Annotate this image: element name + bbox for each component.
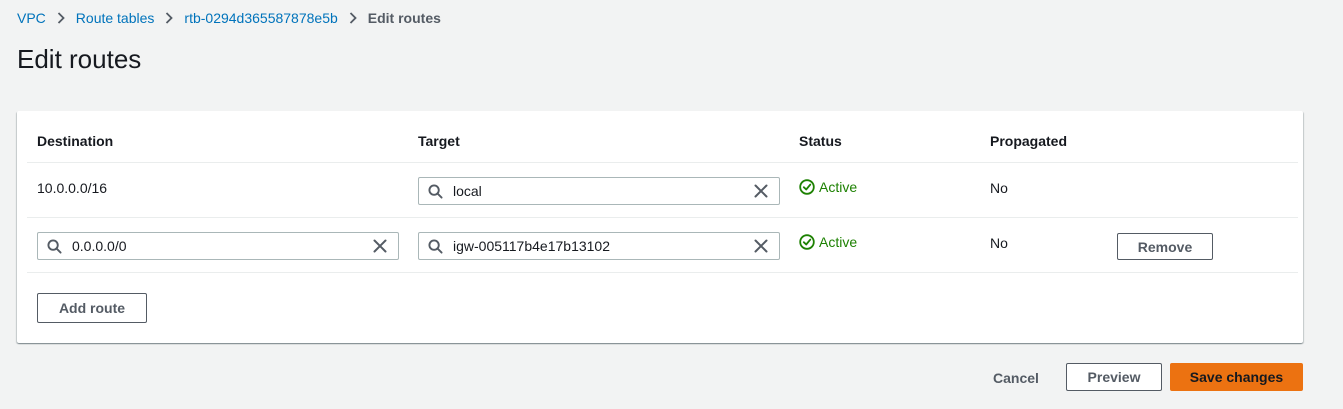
row-divider — [27, 272, 1298, 273]
column-header-status: Status — [799, 133, 842, 149]
remove-route-button[interactable]: Remove — [1117, 233, 1213, 260]
breadcrumb-route-tables[interactable]: Route tables — [76, 9, 155, 27]
column-header-target: Target — [418, 133, 460, 149]
status-badge: Active — [799, 234, 857, 250]
preview-button[interactable]: Preview — [1066, 363, 1162, 391]
propagated-value: No — [990, 180, 1008, 196]
target-input-value: local — [453, 183, 482, 199]
target-input[interactable]: igw-005117b4e17b13102 — [418, 232, 780, 260]
search-icon — [428, 239, 443, 254]
close-icon[interactable] — [754, 184, 768, 198]
chevron-right-icon — [57, 12, 65, 24]
close-icon[interactable] — [373, 239, 387, 253]
breadcrumb-route-table-id[interactable]: rtb-0294d365587878e5b — [184, 9, 337, 27]
breadcrumb: VPC Route tables rtb-0294d365587878e5b E… — [17, 9, 441, 27]
status-badge: Active — [799, 179, 857, 195]
destination-input-value: 0.0.0.0/0 — [72, 238, 127, 254]
destination-input[interactable]: 0.0.0.0/0 — [37, 232, 399, 260]
column-header-propagated: Propagated — [990, 133, 1068, 149]
search-icon — [428, 184, 443, 199]
search-icon — [47, 239, 62, 254]
chevron-right-icon — [165, 12, 174, 24]
target-input[interactable]: local — [418, 177, 780, 205]
page-title: Edit routes — [17, 44, 142, 74]
status-positive-icon — [799, 179, 815, 195]
status-text: Active — [819, 179, 858, 195]
propagated-value: No — [990, 235, 1008, 251]
destination-value: 10.0.0.0/16 — [37, 180, 108, 196]
header-divider — [27, 162, 1298, 163]
target-input-value: igw-005117b4e17b13102 — [453, 238, 610, 254]
chevron-right-icon — [349, 12, 357, 24]
status-positive-icon — [799, 234, 815, 250]
cancel-button[interactable]: Cancel — [993, 370, 1039, 386]
routes-panel: Destination Target Status Propagated 10.… — [17, 111, 1303, 343]
status-text: Active — [819, 234, 858, 250]
close-icon[interactable] — [754, 239, 768, 253]
save-changes-button[interactable]: Save changes — [1170, 363, 1303, 391]
row-divider — [27, 217, 1298, 218]
add-route-button[interactable]: Add route — [37, 293, 147, 323]
breadcrumb-vpc[interactable]: VPC — [17, 9, 46, 27]
breadcrumb-current: Edit routes — [367, 10, 441, 26]
column-header-destination: Destination — [37, 133, 114, 149]
